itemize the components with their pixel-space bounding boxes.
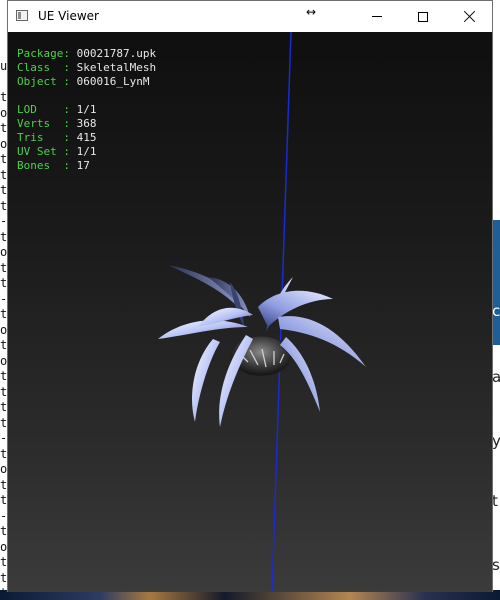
mesh-info-overlay: Package: 00021787.upk Class : SkeletalMe…	[17, 47, 156, 173]
info-row-lod: LOD : 1/1	[17, 103, 97, 116]
app-icon[interactable]	[16, 10, 28, 21]
info-row-bones: Bones : 17	[17, 159, 90, 172]
background-char: c	[492, 302, 500, 320]
maximize-icon	[418, 11, 428, 22]
info-row-class: Class : SkeletalMesh	[17, 61, 157, 74]
ue-viewer-window[interactable]: UE Viewer ↔ Package: 00021787.upk Class …	[7, 0, 493, 592]
info-row-uvset: UV Set : 1/1	[17, 145, 97, 158]
background-window-right: c a y t s	[492, 0, 500, 600]
minimize-icon	[372, 16, 382, 17]
background-char: y	[492, 432, 500, 450]
background-char: s	[492, 556, 500, 574]
info-row-object: Object : 060016_LynM	[17, 75, 150, 88]
info-row-verts: Verts : 368	[17, 117, 97, 130]
title-bar[interactable]: UE Viewer ↔	[8, 1, 492, 32]
background-blue-strip	[492, 220, 500, 345]
close-icon	[462, 10, 476, 24]
minimize-button[interactable]	[354, 1, 400, 32]
maximize-button[interactable]	[400, 1, 446, 32]
info-row-tris: Tris : 415	[17, 131, 97, 144]
window-title: UE Viewer	[38, 9, 99, 23]
3d-viewport[interactable]: Package: 00021787.upk Class : SkeletalMe…	[8, 32, 492, 592]
info-row-package: Package: 00021787.upk	[17, 47, 157, 60]
resize-cursor-icon: ↔	[306, 5, 317, 19]
close-button[interactable]	[446, 1, 492, 32]
plant-mesh-model	[158, 265, 366, 427]
background-char: a	[492, 368, 500, 386]
